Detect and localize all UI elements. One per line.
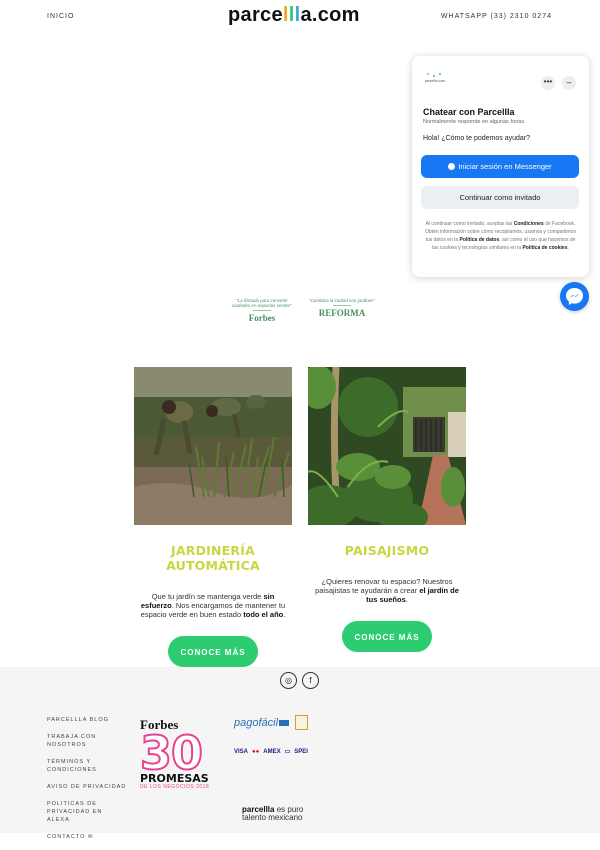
messenger-chat-panel: parcellla.com ••• – Chatear con Parcelll… xyxy=(412,56,589,277)
service-title: PAISAJISMO xyxy=(344,543,430,558)
messenger-icon xyxy=(566,288,583,305)
footer-link-blog[interactable]: PARCELLLA BLOG xyxy=(47,716,127,724)
desc-text: Que tu jardín se mantenga verde xyxy=(151,592,264,601)
press-quote: "Combina la ciudad con jardines" xyxy=(309,298,375,303)
facebook-icon[interactable]: f xyxy=(302,672,319,689)
avatar-label: parcellla.com xyxy=(424,79,446,83)
card-icon: ▭ xyxy=(284,749,291,755)
messenger-launcher-button[interactable] xyxy=(560,282,589,311)
press-quote: "La fórmula para convertir ciudades en e… xyxy=(232,298,292,308)
social-links: ◎ f xyxy=(280,670,324,689)
terms-link[interactable]: Condiciones xyxy=(514,221,544,227)
dot xyxy=(433,75,435,77)
garden-path-photo xyxy=(308,367,466,525)
forbes-logo: Forbes xyxy=(248,313,276,323)
continue-as-guest-button[interactable]: Continuar como invitado xyxy=(421,186,579,209)
mail-icon: ✉ xyxy=(87,834,94,840)
footer-link-label: CONTACTO xyxy=(47,834,86,840)
messenger-login-button[interactable]: Iniciar sesión en Messenger xyxy=(421,155,579,178)
data-policy-link[interactable]: Política de datos xyxy=(460,237,500,243)
footer-link-trabaja[interactable]: TRABAJA CON NOSOTROS xyxy=(47,733,127,749)
press-reforma: "Combina la ciudad con jardines" REFORMA xyxy=(308,298,376,318)
more-options-icon[interactable]: ••• xyxy=(541,76,555,90)
footer-link-contacto[interactable]: CONTACTO ✉ xyxy=(47,833,127,841)
desc-text: . xyxy=(405,595,408,604)
nav-inicio-link[interactable]: INICIO xyxy=(47,13,74,20)
service-card-paisajismo: PAISAJISMO ¿Quieres renovar tu espacio? … xyxy=(308,367,466,652)
desc-emphasis: todo el año xyxy=(243,610,284,619)
logo-part: .com xyxy=(311,4,360,26)
page-avatar: parcellla.com xyxy=(423,73,447,91)
minimize-icon[interactable]: – xyxy=(562,76,576,90)
pagofacil-logo: pagofácil xyxy=(234,717,290,729)
forbes-30-number: 30 xyxy=(139,726,204,780)
dot xyxy=(427,73,429,75)
press-mentions: "La fórmula para convertir ciudades en e… xyxy=(228,298,376,332)
reforma-logo: REFORMA xyxy=(318,308,366,318)
footer-tagline: parcellla es puro talento mexicano xyxy=(242,806,303,822)
forbes-promesas: PROMESAS xyxy=(140,772,209,785)
visa-icon: VISA xyxy=(234,749,249,755)
login-label: Iniciar sesión en Messenger xyxy=(458,162,552,171)
messenger-icon xyxy=(448,162,456,170)
service-description: ¿Quieres renovar tu espacio? Nuestros pa… xyxy=(312,577,462,604)
gardeners-photo xyxy=(134,367,292,525)
site-footer: ◎ f PARCELLLA BLOG TRABAJA CON NOSOTROS T… xyxy=(0,667,600,840)
conoce-mas-jardineria-button[interactable]: CONOCE MÁS xyxy=(168,636,258,667)
mastercard-icon: ●● xyxy=(252,749,260,755)
press-forbes: "La fórmula para convertir ciudades en e… xyxy=(228,298,296,323)
divider xyxy=(333,305,351,306)
legal-text: Al continuar como invitado, aceptas las xyxy=(425,221,514,227)
site-logo[interactable]: parcellla.com xyxy=(228,4,360,27)
tagline-text: talento mexicano xyxy=(242,813,303,822)
service-title: JARDINERÍA AUTOMÁTICA xyxy=(166,543,260,573)
service-description: Que tu jardín se mantenga verde sin esfu… xyxy=(138,592,288,619)
dot xyxy=(439,73,441,75)
spei-icon: SPEI xyxy=(294,749,308,755)
desc-text: . xyxy=(283,610,286,619)
chat-title: Chatear con Parcellla xyxy=(423,107,515,117)
amex-icon: AMEX xyxy=(263,749,281,755)
service-card-jardineria: JARDINERÍA AUTOMÁTICA Que tu jardín se m… xyxy=(134,367,292,667)
pagofacil-label: pagofácil xyxy=(234,717,279,729)
footer-link-aviso[interactable]: AVISO DE PRIVACIDAD xyxy=(47,783,127,791)
footer-link-terminos[interactable]: TÉRMINOS Y CONDICIONES xyxy=(47,758,127,774)
chat-response-time: Normalmente responde en algunas horas xyxy=(423,119,525,125)
divider xyxy=(253,310,271,311)
conoce-mas-paisajismo-button[interactable]: CONOCE MÁS xyxy=(342,621,432,652)
security-seal-icon xyxy=(295,715,308,730)
logo-part: parce xyxy=(228,4,283,26)
cookie-policy-link[interactable]: Política de cookies xyxy=(522,245,567,251)
payment-cards: VISA ●● AMEX ▭ SPEI xyxy=(234,748,312,755)
avatar-dots xyxy=(423,73,447,79)
chat-greeting: Hola! ¿Cómo te podemos ayudar? xyxy=(423,135,530,142)
pagofacil-tag-icon xyxy=(279,720,290,727)
instagram-icon[interactable]: ◎ xyxy=(280,672,297,689)
forbes-30-promesas-badge: Forbes 30 PROMESAS DE LOS NEGOCIOS 2018 xyxy=(139,717,216,790)
site-header: INICIO parcellla.com WHATSAPP (33) 2310 … xyxy=(0,0,600,36)
legal-text: . xyxy=(567,245,569,251)
footer-link-alexa[interactable]: POLITICAS DE PRIVACIDAD EN ALEXA xyxy=(47,800,127,824)
footer-links: PARCELLLA BLOG TRABAJA CON NOSOTROS TÉRM… xyxy=(47,716,127,850)
logo-part: a xyxy=(300,4,312,26)
forbes-subtitle: DE LOS NEGOCIOS 2018 xyxy=(140,784,210,790)
whatsapp-contact-link[interactable]: WHATSAPP (33) 2310 0274 xyxy=(441,13,552,20)
chat-legal-text: Al continuar como invitado, aceptas las … xyxy=(422,220,579,252)
